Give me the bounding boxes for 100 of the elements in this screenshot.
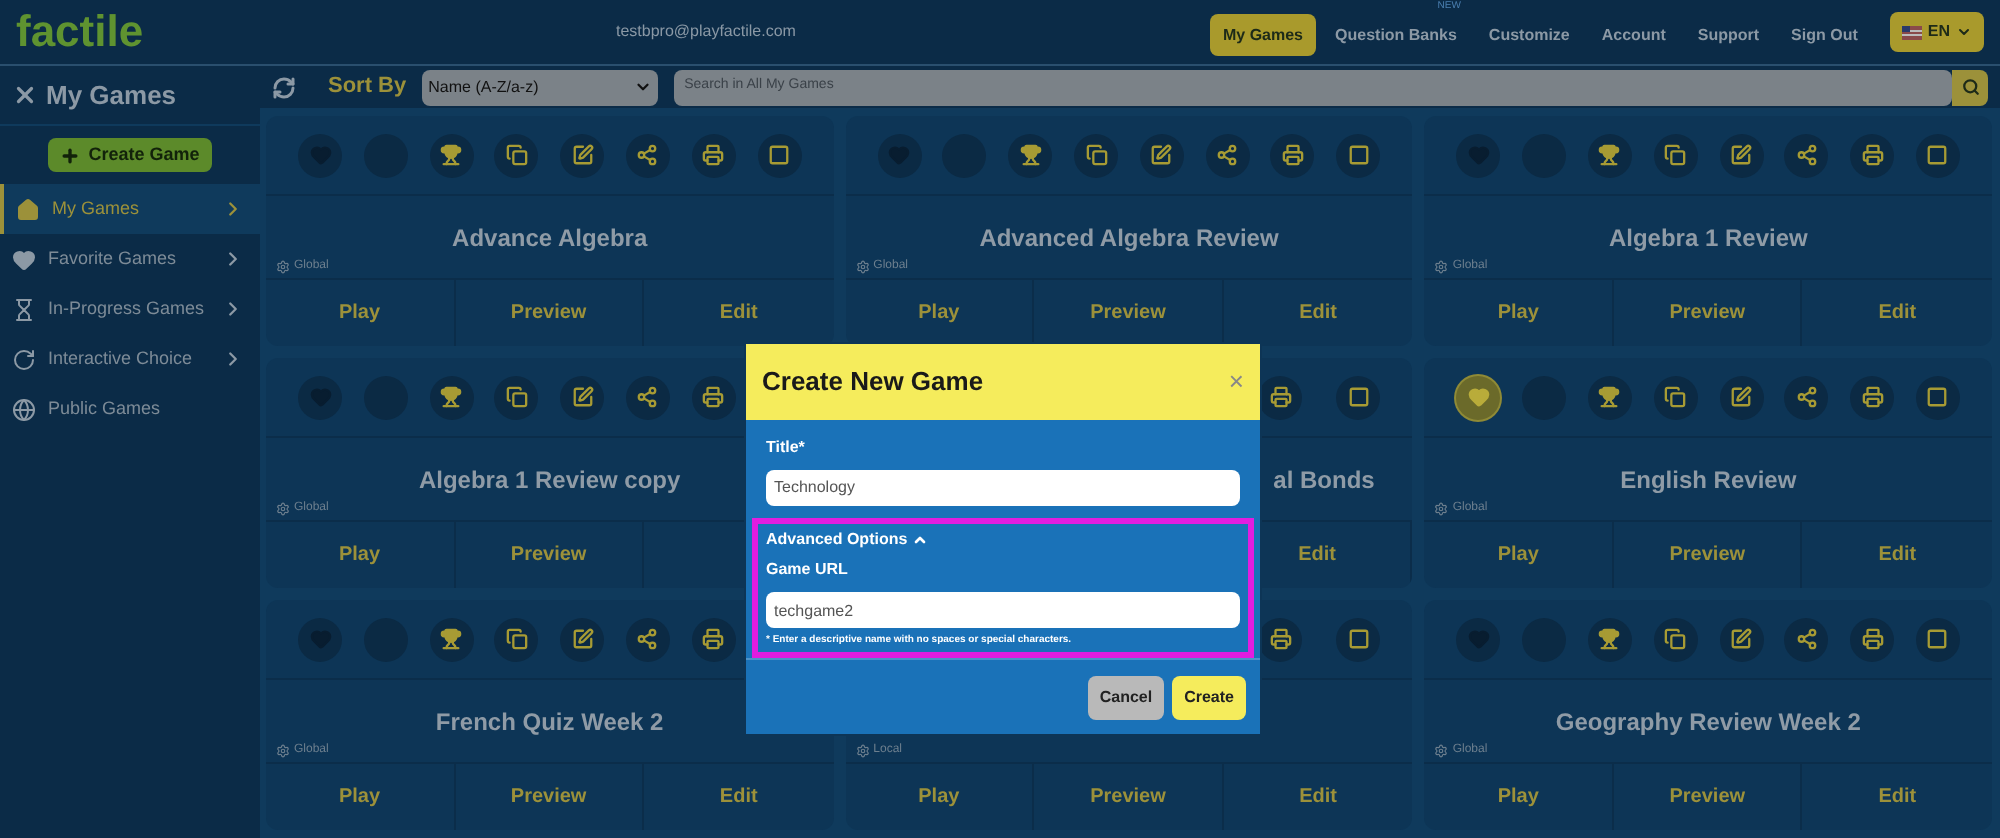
- card-action-button[interactable]: Play: [266, 764, 456, 830]
- sidebar-label: My Games: [52, 195, 142, 222]
- edit-icon[interactable]: [560, 133, 605, 177]
- nav-link[interactable]: Account: [1589, 14, 1678, 57]
- close-button[interactable]: ×: [1228, 362, 1244, 402]
- printer-icon[interactable]: [691, 133, 736, 177]
- edit-icon[interactable]: [1719, 375, 1764, 419]
- share-icon[interactable]: [1784, 617, 1829, 661]
- card-action-button[interactable]: Preview: [1034, 764, 1224, 830]
- card-action-button[interactable]: Edit: [1802, 522, 1992, 588]
- sidebar-title: My Games: [46, 77, 177, 114]
- game-title: French Quiz Week 2: [435, 705, 664, 739]
- card-action-button[interactable]: Preview: [455, 280, 645, 346]
- checkbox-icon[interactable]: [1915, 133, 1960, 177]
- card-action-button[interactable]: Edit: [1223, 764, 1413, 830]
- card-action-button[interactable]: Preview: [1613, 522, 1803, 588]
- printer-icon[interactable]: [691, 375, 736, 419]
- sidebar-item[interactable]: Public Games: [0, 384, 260, 434]
- sidebar-item[interactable]: My Games: [0, 184, 260, 234]
- nav-link[interactable]: Customize: [1476, 14, 1582, 57]
- game-title: al Bonds: [1273, 464, 1375, 498]
- edit-icon[interactable]: [1719, 133, 1764, 177]
- copy-icon[interactable]: [494, 133, 539, 177]
- printer-icon[interactable]: [1850, 375, 1895, 419]
- search-button[interactable]: [1952, 69, 1988, 105]
- printer-icon[interactable]: [691, 617, 736, 661]
- checkbox-icon[interactable]: [1915, 375, 1960, 419]
- copy-icon[interactable]: [1653, 617, 1698, 661]
- sidebar-label: Interactive Choice: [48, 345, 195, 372]
- edit-icon[interactable]: [1139, 133, 1184, 177]
- card-action-button[interactable]: Edit: [1223, 280, 1413, 346]
- card-action-button[interactable]: Preview: [1613, 764, 1803, 830]
- nav-link[interactable]: Support: [1685, 14, 1772, 57]
- checkbox-icon[interactable]: [1336, 375, 1381, 419]
- url-field[interactable]: techgame2: [766, 592, 1240, 628]
- copy-icon[interactable]: [494, 617, 539, 661]
- card-action-button[interactable]: Play: [266, 280, 456, 346]
- trophy-icon[interactable]: [429, 375, 474, 419]
- printer-icon[interactable]: [1850, 617, 1895, 661]
- sidebar-item[interactable]: In-Progress Games: [0, 284, 260, 334]
- language-button[interactable]: EN: [1889, 12, 1984, 52]
- copy-icon[interactable]: [1074, 133, 1119, 177]
- sort-select[interactable]: Name (A-Z/a-z): [422, 69, 659, 105]
- share-icon[interactable]: [1205, 133, 1250, 177]
- nav-link[interactable]: Sign Out: [1779, 14, 1870, 57]
- title-field[interactable]: Technology: [766, 469, 1240, 505]
- logo[interactable]: factile: [16, 10, 576, 54]
- edit-icon[interactable]: [560, 375, 605, 419]
- printer-icon[interactable]: [1270, 133, 1315, 177]
- nav-link[interactable]: Question Banks: [1323, 14, 1469, 57]
- share-icon[interactable]: [1784, 375, 1829, 419]
- sidebar-item[interactable]: Favorite Games: [0, 234, 260, 284]
- card-action-button[interactable]: Preview: [1613, 280, 1803, 346]
- card-action-button[interactable]: Play: [266, 522, 456, 588]
- heart-icon: [12, 247, 36, 271]
- share-icon[interactable]: [625, 375, 670, 419]
- printer-icon[interactable]: [1258, 617, 1303, 661]
- card-action-button[interactable]: Play: [1424, 280, 1614, 346]
- card-action-button[interactable]: Play: [845, 764, 1035, 830]
- edit-icon[interactable]: [560, 617, 605, 661]
- copy-icon[interactable]: [1653, 133, 1698, 177]
- trophy-icon[interactable]: [1587, 617, 1632, 661]
- card-action-button[interactable]: Edit: [1802, 764, 1992, 830]
- cancel-button[interactable]: Cancel: [1087, 675, 1165, 719]
- sidebar-label: In-Progress Games: [48, 295, 207, 322]
- gear-icon: [1434, 260, 1449, 274]
- create-game-button[interactable]: Create Game: [48, 138, 212, 172]
- checkbox-icon[interactable]: [1915, 617, 1960, 661]
- printer-icon[interactable]: [1258, 375, 1303, 419]
- checkbox-icon[interactable]: [1336, 617, 1381, 661]
- share-icon[interactable]: [625, 133, 670, 177]
- card-action-button[interactable]: Preview: [455, 522, 645, 588]
- checkbox-icon[interactable]: [757, 133, 802, 177]
- trophy-icon[interactable]: [429, 133, 474, 177]
- gear-icon: [855, 260, 870, 274]
- nav-link[interactable]: My Games: [1210, 14, 1316, 57]
- trophy-icon[interactable]: [1587, 133, 1632, 177]
- trophy-icon[interactable]: [1008, 133, 1053, 177]
- close-icon[interactable]: [12, 82, 38, 108]
- card-action-button[interactable]: Edit: [644, 280, 834, 346]
- sidebar-item[interactable]: Interactive Choice: [0, 334, 260, 384]
- card-action-button[interactable]: Preview: [455, 764, 645, 830]
- edit-icon[interactable]: [1719, 617, 1764, 661]
- refresh-icon[interactable]: [272, 75, 296, 99]
- trophy-icon[interactable]: [429, 617, 474, 661]
- share-icon[interactable]: [625, 617, 670, 661]
- hourglass-icon: [12, 297, 36, 321]
- card-action-button[interactable]: Play: [1424, 522, 1614, 588]
- card-action-button[interactable]: Edit: [644, 764, 834, 830]
- trophy-icon[interactable]: [1587, 375, 1632, 419]
- card-action-button[interactable]: Edit: [1802, 280, 1992, 346]
- printer-icon[interactable]: [1850, 133, 1895, 177]
- share-icon[interactable]: [1784, 133, 1829, 177]
- dialog-title: Create New Game: [762, 364, 984, 401]
- copy-icon[interactable]: [1653, 375, 1698, 419]
- card-action-button[interactable]: Play: [1424, 764, 1614, 830]
- create-button[interactable]: Create: [1172, 675, 1246, 719]
- advanced-options-toggle[interactable]: Advanced Options: [766, 528, 928, 552]
- copy-icon[interactable]: [494, 375, 539, 419]
- checkbox-icon[interactable]: [1336, 133, 1381, 177]
